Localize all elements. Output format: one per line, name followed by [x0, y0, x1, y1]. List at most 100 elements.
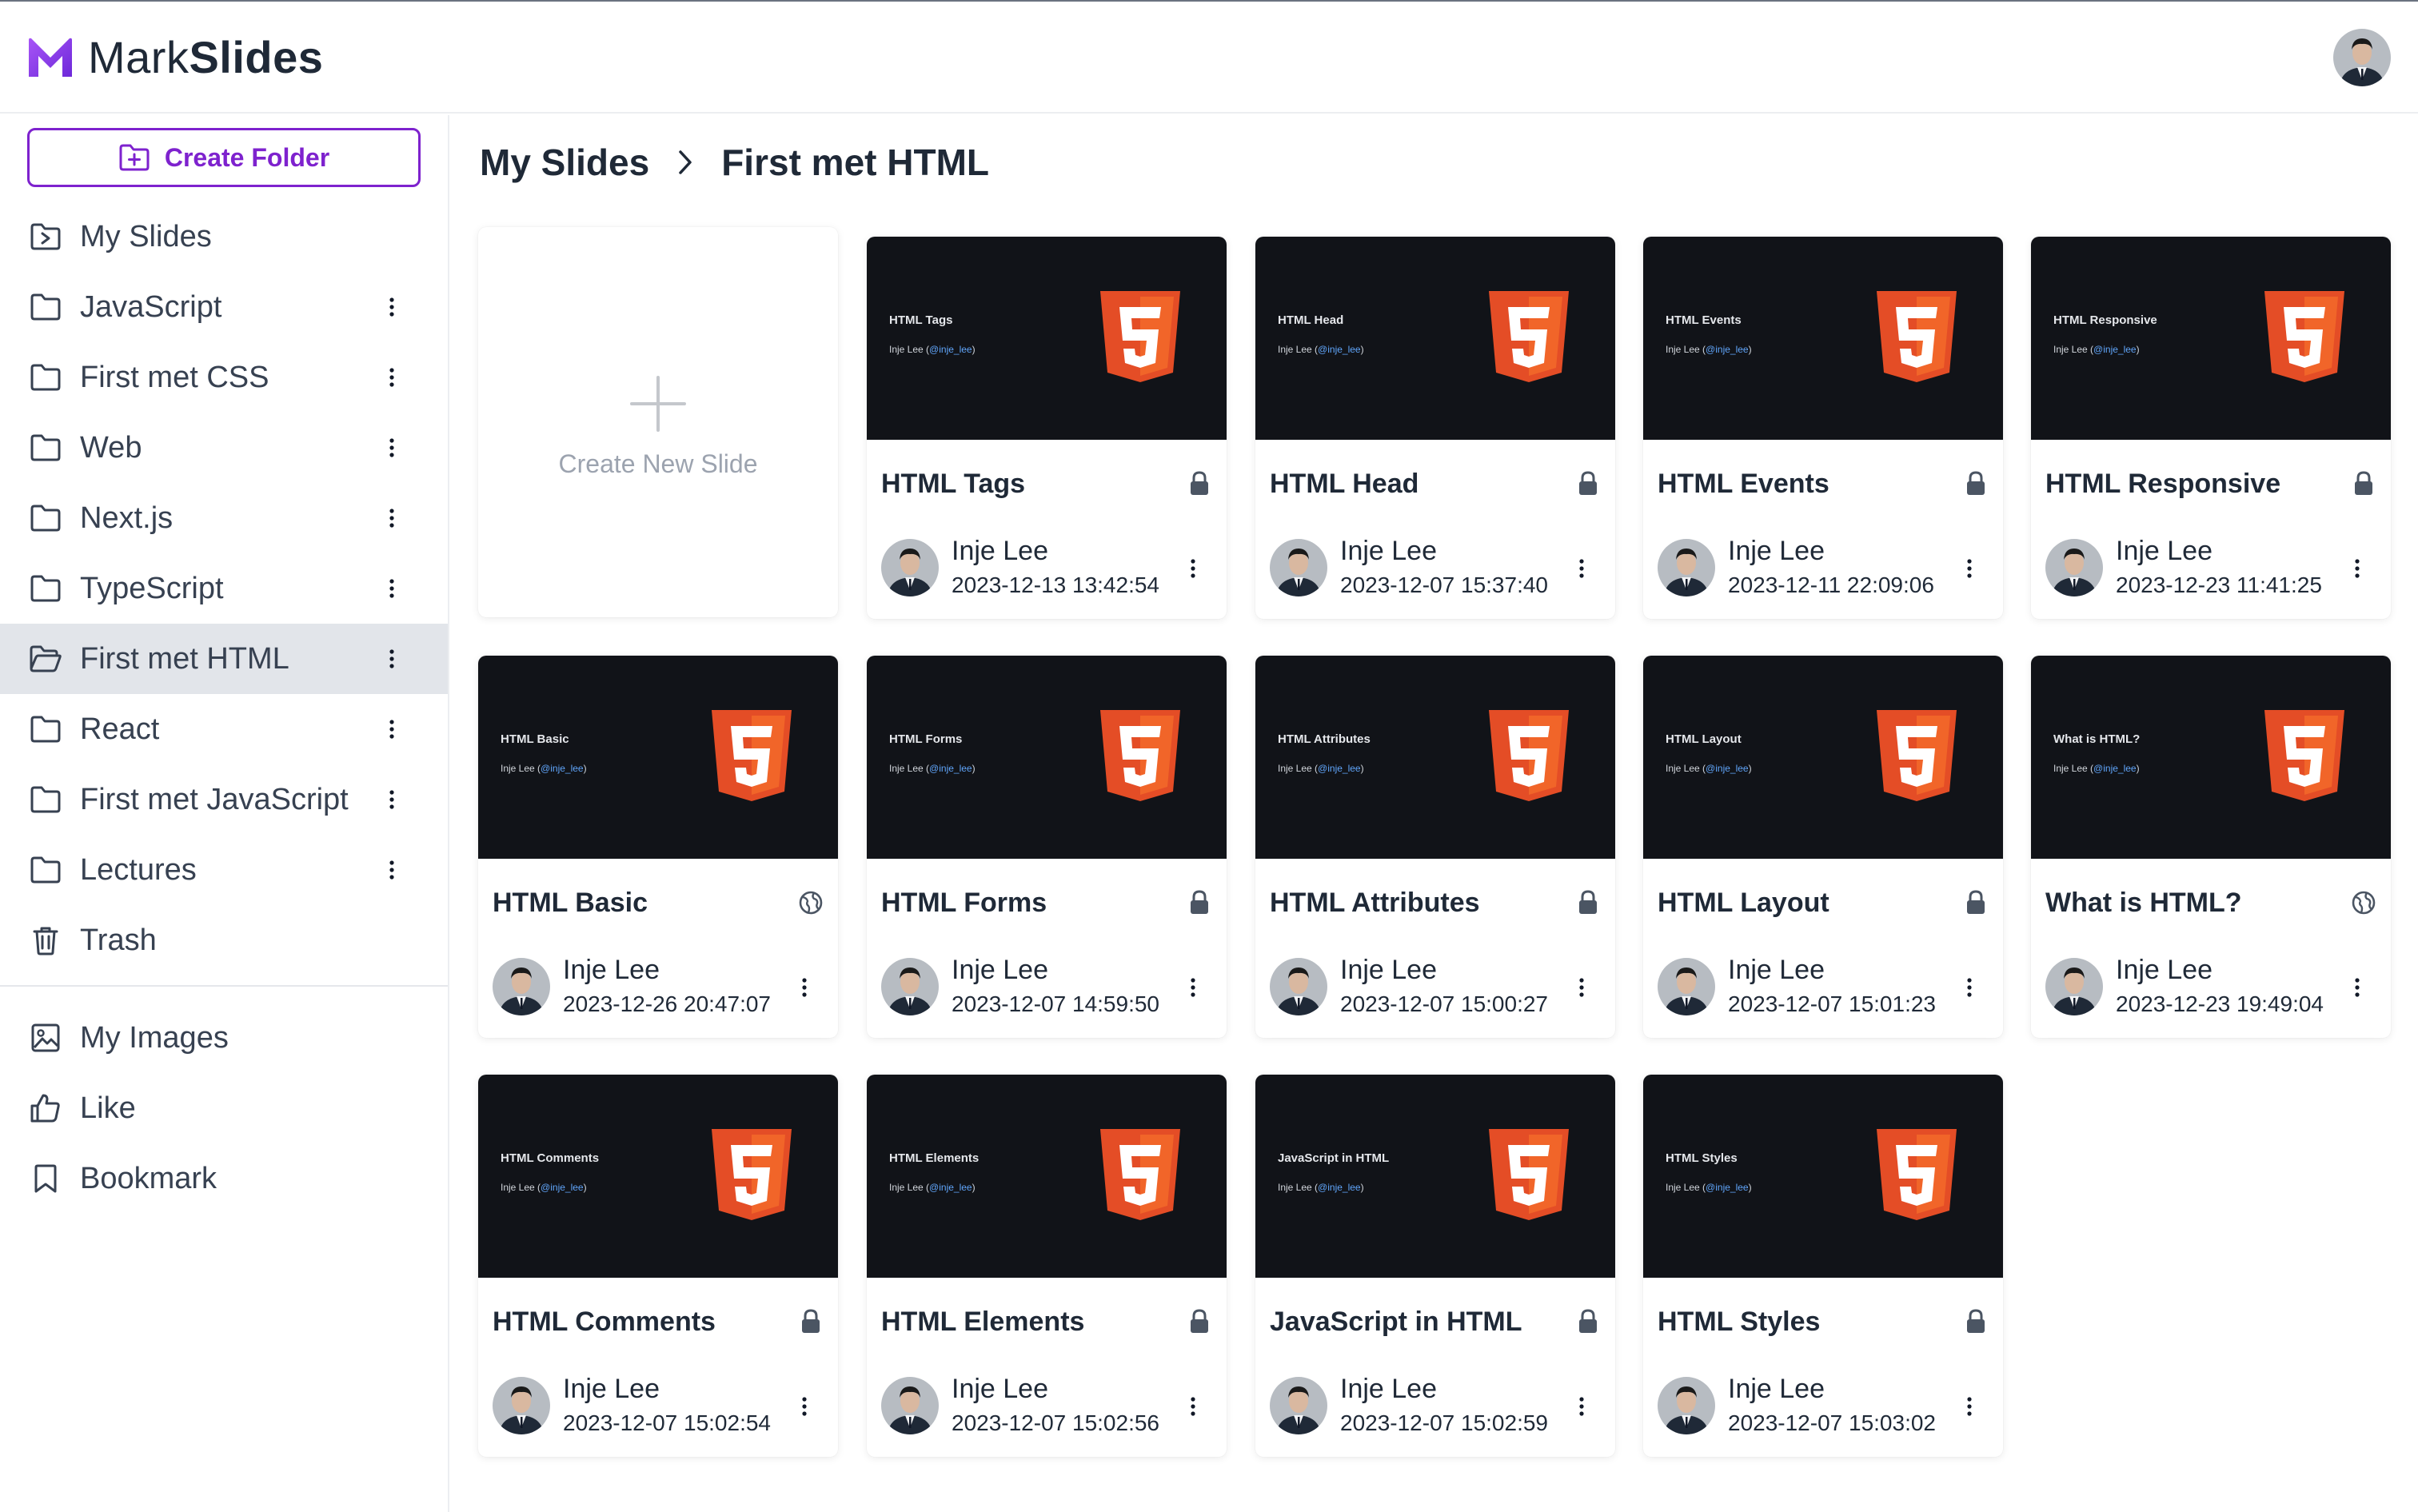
- more-vertical-icon[interactable]: [1574, 974, 1590, 1001]
- lock-icon: [798, 1308, 824, 1335]
- slide-card[interactable]: HTML Responsive Inje Lee (@inje_lee) HTML …: [2031, 237, 2391, 619]
- author-name: Inje Lee: [952, 955, 1048, 985]
- slide-title: HTML Events: [1658, 469, 1829, 499]
- sidebar-item-react[interactable]: React: [0, 694, 448, 764]
- author-name: Inje Lee: [1340, 955, 1437, 985]
- slide-date: 2023-12-07 15:02:54: [563, 1410, 771, 1435]
- slide-date: 2023-12-13 13:42:54: [952, 572, 1159, 597]
- more-vertical-icon[interactable]: [1185, 555, 1201, 582]
- slide-title: HTML Elements: [881, 1307, 1085, 1337]
- sidebar-item-trash[interactable]: Trash: [0, 905, 448, 975]
- sidebar-item-my-images[interactable]: My Images: [0, 1003, 448, 1073]
- slide-thumbnail: HTML Head Inje Lee (@inje_lee): [1255, 237, 1615, 440]
- slide-thumbnail: HTML Comments Inje Lee (@inje_lee): [478, 1075, 838, 1278]
- sidebar-item-label: JavaScript: [80, 289, 222, 324]
- more-vertical-icon[interactable]: [1574, 1393, 1590, 1420]
- slide-title: HTML Tags: [881, 469, 1026, 499]
- trash-icon: [29, 924, 62, 957]
- create-new-slide-card[interactable]: Create New Slide: [478, 227, 838, 617]
- sidebar-item-label: React: [80, 712, 160, 746]
- more-vertical-icon[interactable]: [2349, 974, 2365, 1001]
- thumbnail-author: Inje Lee (@inje_lee): [1278, 763, 1364, 774]
- slide-card[interactable]: HTML Elements Inje Lee (@inje_lee) HTML El…: [867, 1075, 1227, 1457]
- more-vertical-icon[interactable]: [382, 293, 401, 321]
- sidebar-item-label: Trash: [80, 923, 157, 957]
- html5-logo-icon: [1877, 710, 1957, 801]
- more-vertical-icon[interactable]: [382, 785, 401, 814]
- html5-logo-icon: [2264, 291, 2344, 382]
- author-avatar: [1270, 958, 1327, 1015]
- slide-thumbnail: HTML Elements Inje Lee (@inje_lee): [867, 1075, 1227, 1278]
- folder-icon: [29, 572, 62, 605]
- author-avatar: [493, 1377, 550, 1434]
- more-vertical-icon[interactable]: [382, 644, 401, 673]
- sidebar-item-first-met-javascript[interactable]: First met JavaScript: [0, 764, 448, 835]
- sidebar-item-bookmark[interactable]: Bookmark: [0, 1143, 448, 1214]
- more-vertical-icon[interactable]: [1574, 555, 1590, 582]
- slide-card[interactable]: JavaScript in HTML Inje Lee (@inje_lee) Ja…: [1255, 1075, 1615, 1457]
- sidebar-item-my-slides[interactable]: My Slides: [0, 201, 448, 272]
- author-name: Inje Lee: [1728, 955, 1825, 985]
- slide-thumbnail: What is HTML? Inje Lee (@inje_lee): [2031, 656, 2391, 859]
- more-vertical-icon[interactable]: [796, 974, 812, 1001]
- markslides-logo-icon: [29, 38, 72, 77]
- thumbnail-title: HTML Forms: [889, 732, 963, 746]
- folder-user-icon: [29, 220, 62, 253]
- more-vertical-icon[interactable]: [382, 715, 401, 744]
- sidebar-item-first-met-css[interactable]: First met CSS: [0, 342, 448, 413]
- slide-card[interactable]: HTML Events Inje Lee (@inje_lee) HTML Even…: [1643, 237, 2003, 619]
- breadcrumb-root[interactable]: My Slides: [480, 141, 649, 184]
- html5-logo-icon: [1877, 1129, 1957, 1220]
- more-vertical-icon[interactable]: [382, 433, 401, 462]
- sidebar-item-label: First met HTML: [80, 641, 289, 676]
- folder-icon: [29, 853, 62, 887]
- sidebar-item-next-js[interactable]: Next.js: [0, 483, 448, 553]
- more-vertical-icon[interactable]: [382, 856, 401, 884]
- breadcrumb-current: First met HTML: [721, 142, 989, 183]
- breadcrumb: My Slides First met HTML: [480, 141, 989, 184]
- slide-card[interactable]: HTML Head Inje Lee (@inje_lee) HTML Head In…: [1255, 237, 1615, 619]
- thumbnail-title: JavaScript in HTML: [1278, 1151, 1390, 1165]
- more-vertical-icon[interactable]: [1185, 974, 1201, 1001]
- slide-card[interactable]: HTML Forms Inje Lee (@inje_lee) HTML Forms…: [867, 656, 1227, 1038]
- slide-card[interactable]: HTML Basic Inje Lee (@inje_lee) HTML Basic…: [478, 656, 838, 1038]
- author-avatar: [1658, 1377, 1715, 1434]
- globe-icon: [2351, 889, 2376, 916]
- sidebar-item-lectures[interactable]: Lectures: [0, 835, 448, 905]
- sidebar-item-javascript[interactable]: JavaScript: [0, 272, 448, 342]
- create-folder-button[interactable]: Create Folder: [27, 128, 421, 187]
- slide-card[interactable]: HTML Comments Inje Lee (@inje_lee) HTML Co…: [478, 1075, 838, 1457]
- more-vertical-icon[interactable]: [382, 363, 401, 392]
- folder-icon: [29, 431, 62, 465]
- folder-nav: My Slides JavaScript First met CSS Web Next.…: [0, 201, 448, 975]
- sidebar-item-like[interactable]: Like: [0, 1073, 448, 1143]
- slide-title: HTML Comments: [493, 1307, 716, 1337]
- slide-thumbnail: HTML Tags Inje Lee (@inje_lee): [867, 237, 1227, 440]
- slide-card[interactable]: HTML Layout Inje Lee (@inje_lee) HTML Layo…: [1643, 656, 2003, 1038]
- html5-logo-icon: [1489, 1129, 1569, 1220]
- slide-title: HTML Layout: [1658, 888, 1829, 918]
- brand-logo-link[interactable]: MarkSlides: [27, 32, 323, 83]
- slide-card[interactable]: HTML Attributes Inje Lee (@inje_lee) HTML …: [1255, 656, 1615, 1038]
- author-avatar: [881, 539, 939, 596]
- sidebar-item-typescript[interactable]: TypeScript: [0, 553, 448, 624]
- lock-icon: [1187, 889, 1212, 916]
- slide-date: 2023-12-07 15:02:56: [952, 1410, 1159, 1435]
- more-vertical-icon[interactable]: [382, 574, 401, 603]
- sidebar-item-first-met-html[interactable]: First met HTML: [0, 624, 448, 694]
- sidebar-item-label: My Slides: [80, 219, 212, 253]
- more-vertical-icon[interactable]: [382, 504, 401, 533]
- user-avatar[interactable]: [2333, 29, 2391, 86]
- slide-card[interactable]: What is HTML? Inje Lee (@inje_lee) What is…: [2031, 656, 2391, 1038]
- sidebar-item-web[interactable]: Web: [0, 413, 448, 483]
- more-vertical-icon[interactable]: [1961, 1393, 1977, 1420]
- author-avatar: [1270, 1377, 1327, 1434]
- slide-card[interactable]: HTML Tags Inje Lee (@inje_lee) HTML Tags In…: [867, 237, 1227, 619]
- more-vertical-icon[interactable]: [1961, 555, 1977, 582]
- slide-card[interactable]: HTML Styles Inje Lee (@inje_lee) HTML Styl…: [1643, 1075, 2003, 1457]
- more-vertical-icon[interactable]: [796, 1393, 812, 1420]
- more-vertical-icon[interactable]: [2349, 555, 2365, 582]
- thumbnail-title: HTML Styles: [1666, 1151, 1738, 1165]
- more-vertical-icon[interactable]: [1961, 974, 1977, 1001]
- more-vertical-icon[interactable]: [1185, 1393, 1201, 1420]
